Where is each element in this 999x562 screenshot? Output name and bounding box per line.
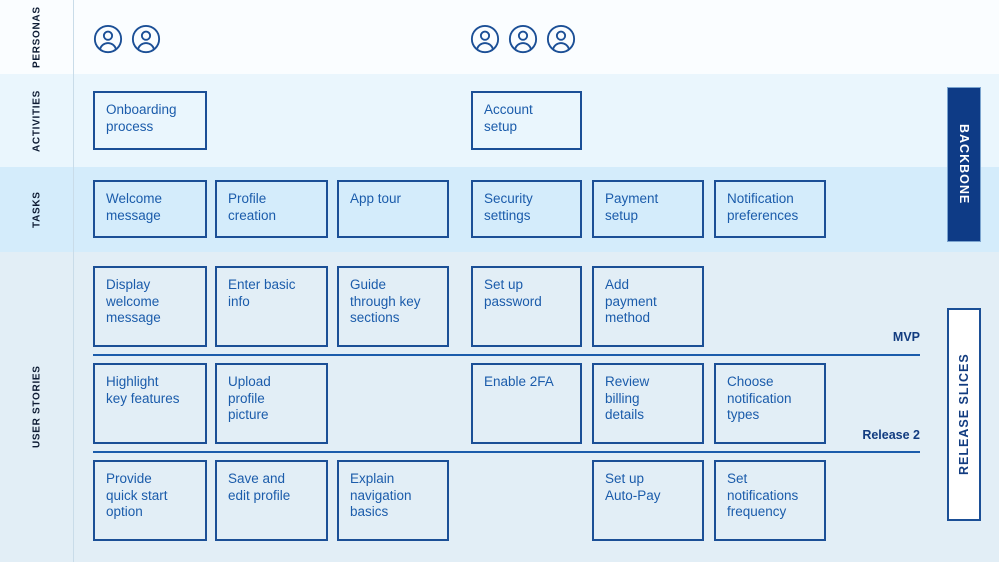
user-story-card-r1-c2[interactable]: Enter basic info xyxy=(215,266,328,347)
user-story-card-r3-c3[interactable]: Explain navigation basics xyxy=(337,460,449,541)
user-story-card-r1-c1[interactable]: Display welcome message xyxy=(93,266,207,347)
persona-icon xyxy=(470,24,500,54)
persona-group-2 xyxy=(470,24,576,54)
user-story-card-r3-c1[interactable]: Provide quick start option xyxy=(93,460,207,541)
task-card-6[interactable]: Notification preferences xyxy=(714,180,826,238)
activity-card-2[interactable]: Account setup xyxy=(471,91,582,150)
task-card-5[interactable]: Payment setup xyxy=(592,180,704,238)
persona-icon xyxy=(546,24,576,54)
user-story-card-r2-c1[interactable]: Highlight key features xyxy=(93,363,207,444)
slice-label-release-2: Release 2 xyxy=(862,428,920,442)
persona-icon xyxy=(131,24,161,54)
user-story-card-r3-c4[interactable]: Set up Auto-Pay xyxy=(592,460,704,541)
row-label-personas: PERSONAS xyxy=(31,6,43,68)
activity-card-1[interactable]: Onboarding process xyxy=(93,91,207,150)
slice-label-mvp: MVP xyxy=(892,330,920,344)
user-story-card-r3-c5[interactable]: Set notifications frequency xyxy=(714,460,826,541)
user-story-card-r1-c4[interactable]: Set up password xyxy=(471,266,582,347)
user-story-card-r2-c5[interactable]: Choose notification types xyxy=(714,363,826,444)
slice-divider-2 xyxy=(93,451,920,453)
task-card-4[interactable]: Security settings xyxy=(471,180,582,238)
user-story-card-r2-c2[interactable]: Upload profile picture xyxy=(215,363,328,444)
task-card-3[interactable]: App tour xyxy=(337,180,449,238)
persona-icon xyxy=(93,24,123,54)
slice-divider-1 xyxy=(93,354,920,356)
persona-icon xyxy=(508,24,538,54)
task-card-2[interactable]: Profile creation xyxy=(215,180,328,238)
user-story-card-r3-c2[interactable]: Save and edit profile xyxy=(215,460,328,541)
task-card-1[interactable]: Welcome message xyxy=(93,180,207,238)
user-story-card-r1-c3[interactable]: Guide through key sections xyxy=(337,266,449,347)
user-story-map: PERSONAS ACTIVITIES TASKS USER STORIES O… xyxy=(0,0,999,562)
user-story-card-r2-c3[interactable]: Enable 2FA xyxy=(471,363,582,444)
release-slices-marker: RELEASE SLICES xyxy=(947,308,981,521)
persona-group-1 xyxy=(93,24,161,54)
row-label-tasks: TASKS xyxy=(31,191,43,228)
user-story-card-r1-c5[interactable]: Add payment method xyxy=(592,266,704,347)
row-label-user-stories: USER STORIES xyxy=(31,365,43,449)
row-label-activities: ACTIVITIES xyxy=(31,89,43,152)
backbone-marker: BACKBONE xyxy=(947,87,981,242)
user-story-card-r2-c4[interactable]: Review billing details xyxy=(592,363,704,444)
